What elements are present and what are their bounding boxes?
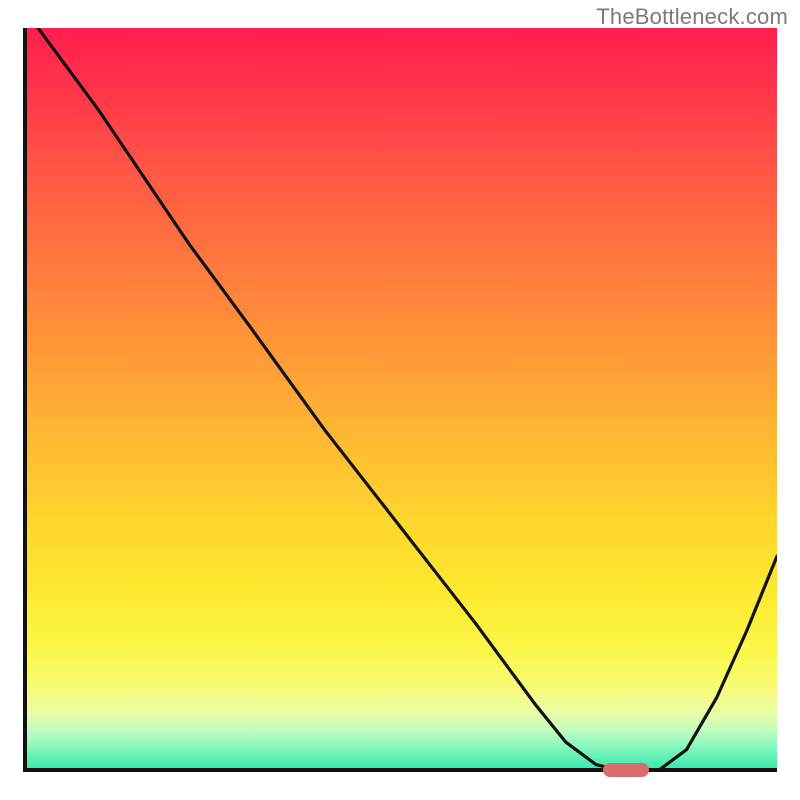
bottleneck-curve xyxy=(23,28,777,772)
plot-area xyxy=(23,28,777,772)
chart-container: TheBottleneck.com xyxy=(0,0,800,800)
watermark-text: TheBottleneck.com xyxy=(596,4,788,30)
optimal-marker xyxy=(603,763,649,777)
